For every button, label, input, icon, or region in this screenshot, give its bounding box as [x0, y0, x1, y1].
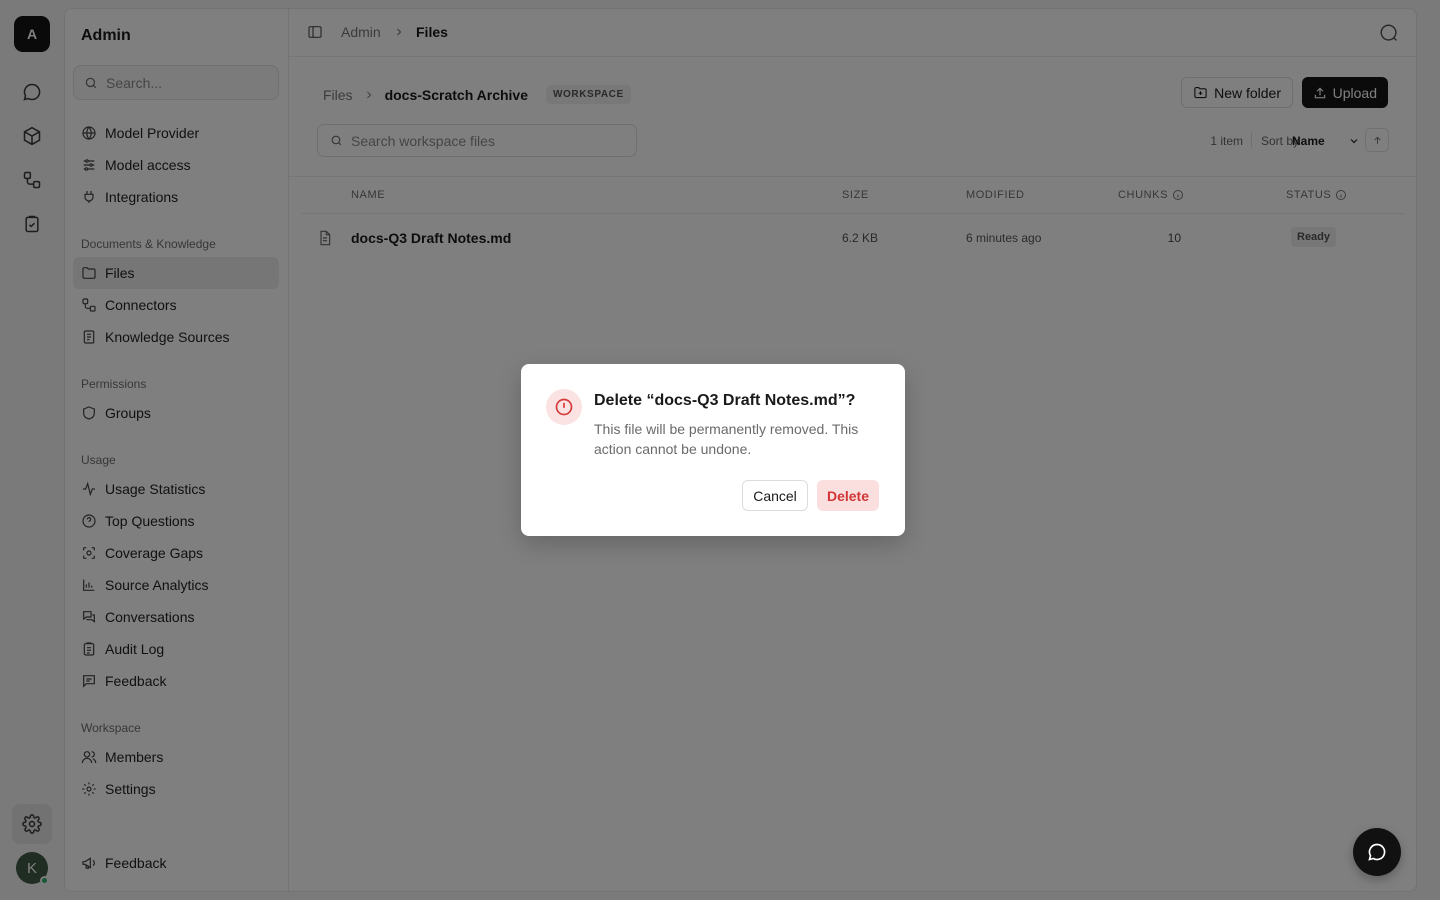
dialog-description: This file will be permanently removed. T… [594, 421, 859, 457]
cancel-button[interactable]: Cancel [742, 480, 808, 511]
delete-confirm-dialog: Delete “docs-Q3 Draft Notes.md”? This fi… [521, 364, 905, 536]
chat-icon [1368, 843, 1386, 861]
alert-circle-icon [546, 389, 582, 425]
chat-launcher-button[interactable] [1353, 828, 1401, 876]
delete-button[interactable]: Delete [817, 480, 879, 511]
dialog-title: Delete “docs-Q3 Draft Notes.md”? [594, 392, 856, 409]
